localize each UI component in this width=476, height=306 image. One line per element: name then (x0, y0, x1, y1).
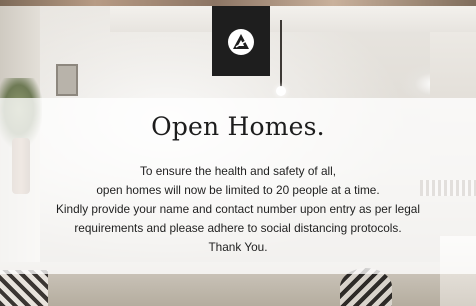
triangle-logo-icon (228, 29, 254, 55)
notice-line: Thank You. (208, 240, 268, 254)
notice-line: Kindly provide your name and contact num… (56, 202, 420, 216)
pendant-light-bulb (276, 86, 286, 96)
rug (0, 270, 48, 306)
brand-logo (212, 6, 270, 76)
pendant-light-cord (280, 20, 282, 90)
notice-line: requirements and please adhere to social… (74, 221, 402, 235)
notice-line: To ensure the health and safety of all, (139, 164, 337, 178)
notice-body: To ensure the health and safety of all, … (0, 162, 476, 257)
notice-line: open homes will now be limited to 20 peo… (96, 183, 380, 197)
notice-heading: Open Homes. (151, 112, 325, 141)
triangle-logo-mark (233, 34, 249, 49)
wall-frame (56, 64, 78, 96)
ceiling (110, 6, 476, 32)
